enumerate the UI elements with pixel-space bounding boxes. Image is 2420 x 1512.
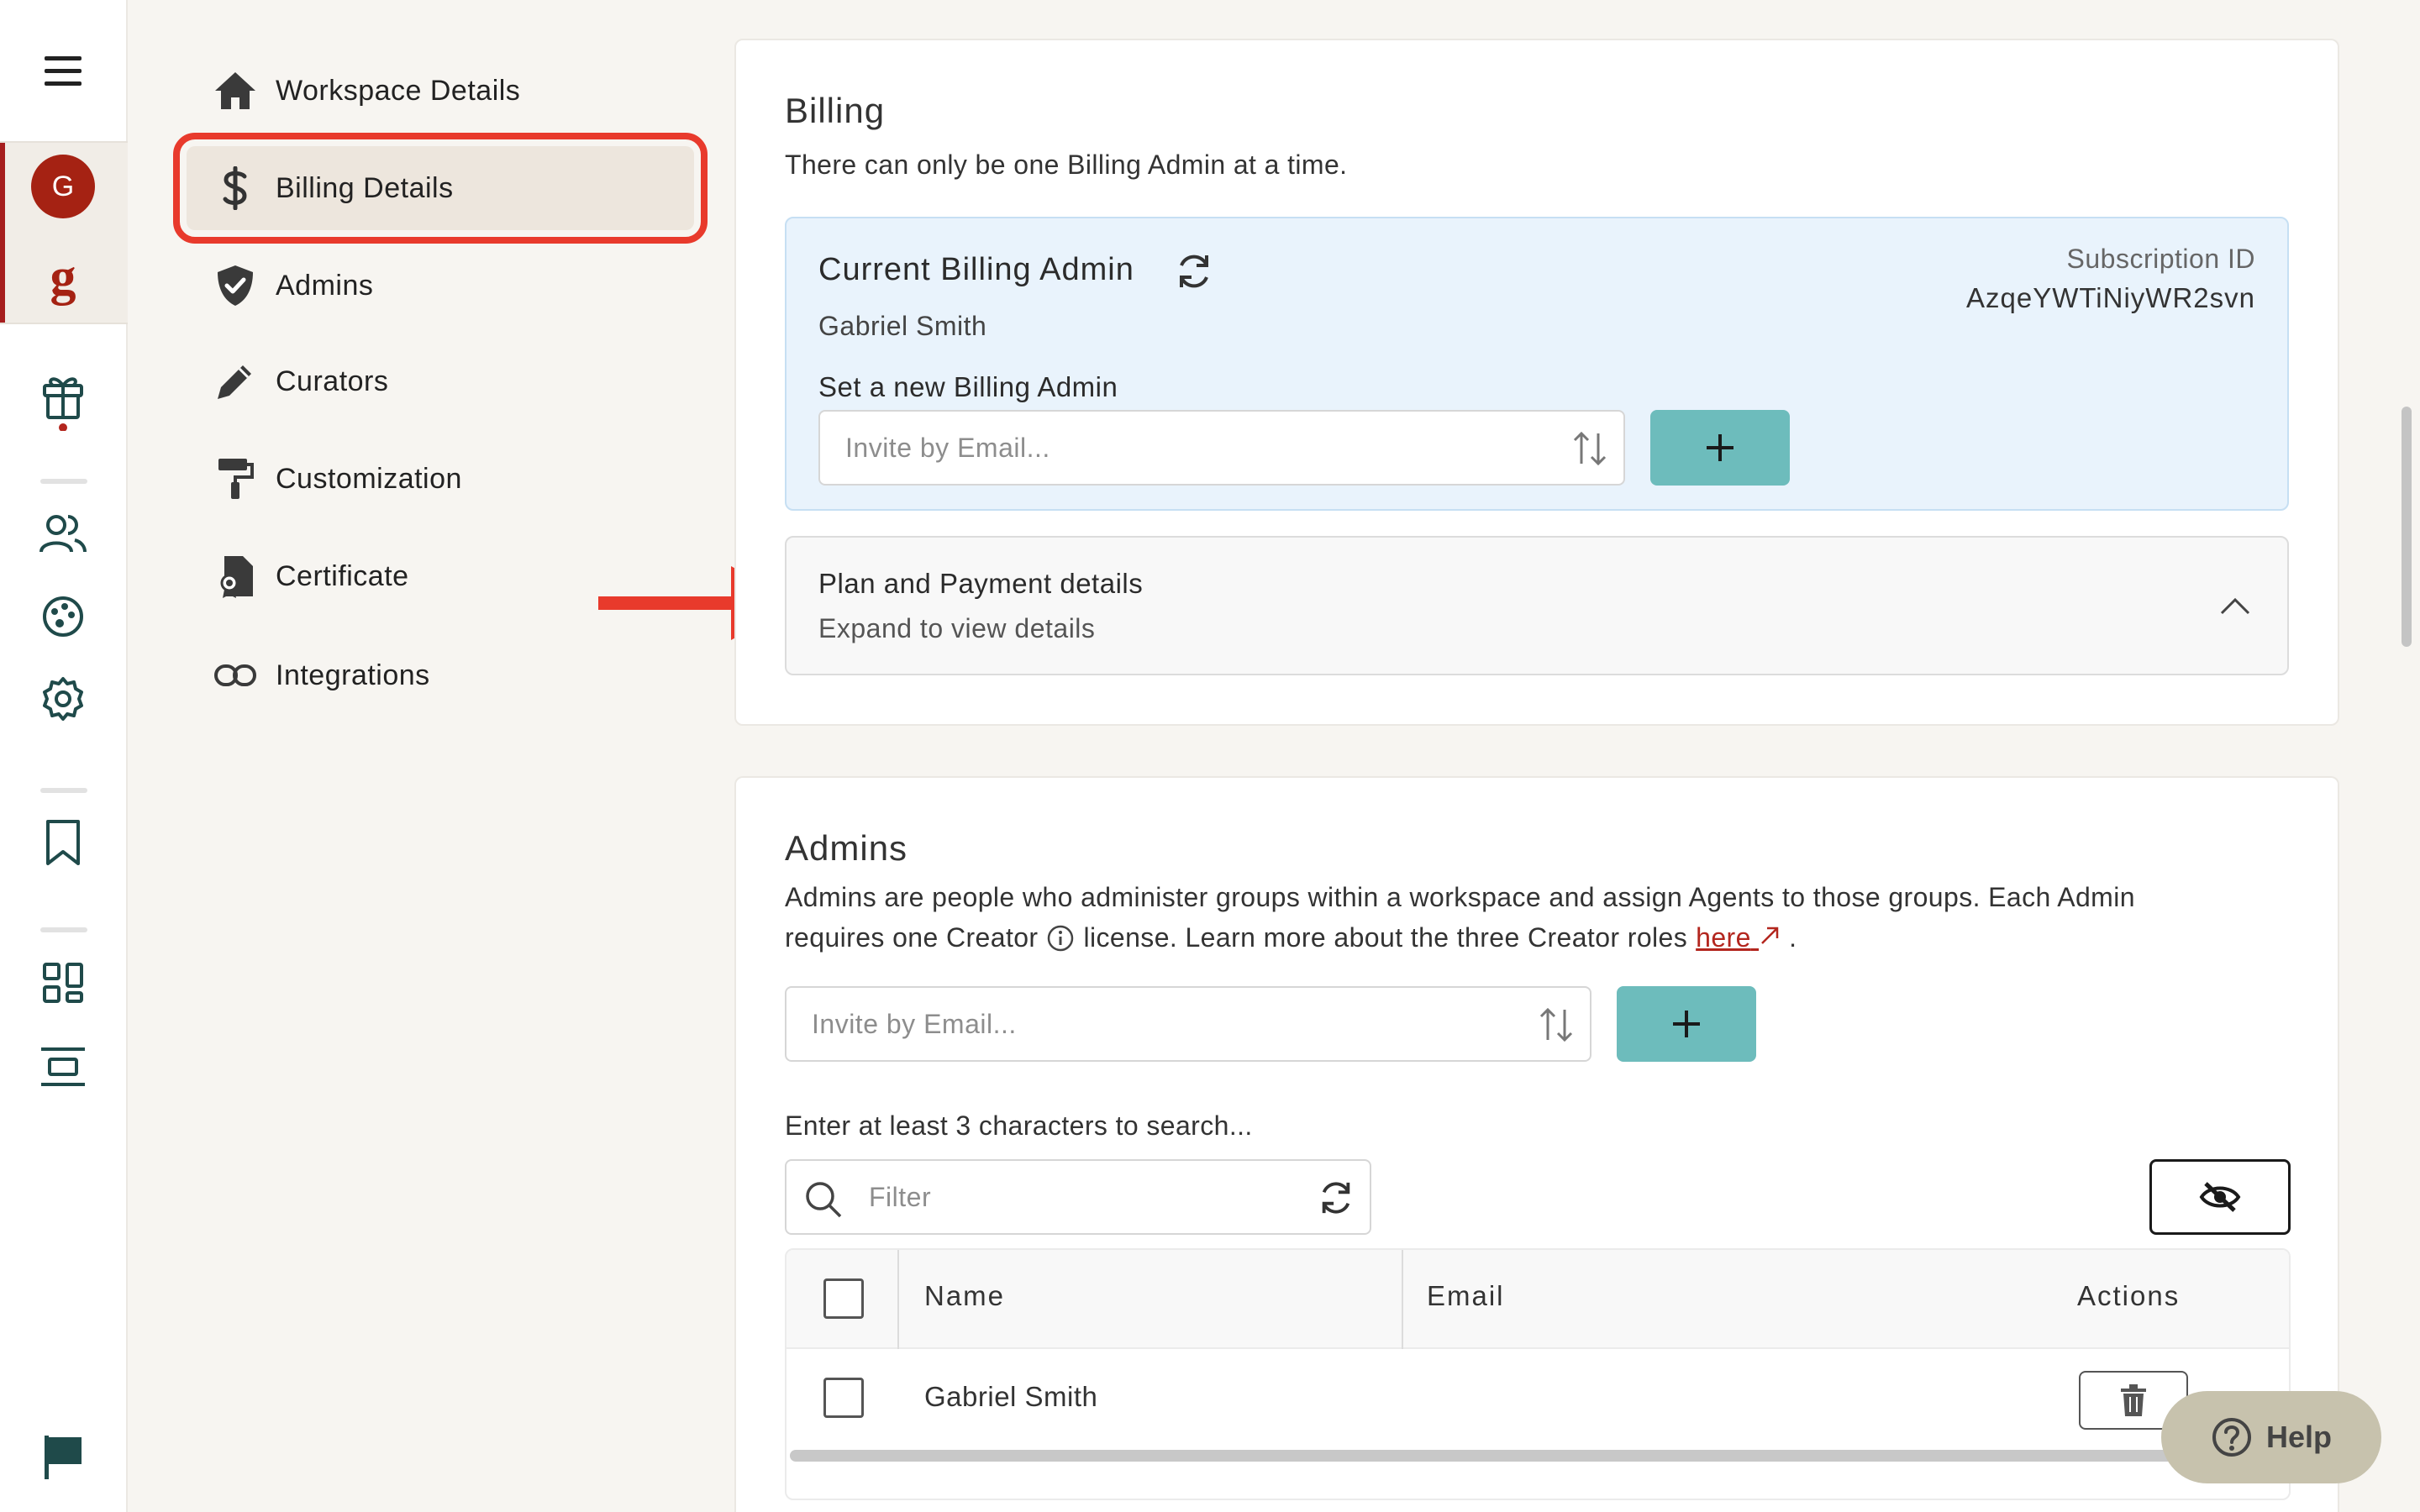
nav-item-label: Admins [276,269,374,302]
pencil-icon [212,358,259,405]
sort-icon [1539,1007,1573,1042]
filter-placeholder: Filter [869,1181,932,1212]
avatar: G [31,155,95,218]
nav-item-label: Curators [276,365,389,397]
subscription-id-value: AzqeYWTiNiyWR2svn [1966,282,2255,313]
bookmark-icon[interactable] [0,813,126,872]
nav-item-label: Certificate [276,559,409,592]
certificate-icon [212,553,259,600]
add-billing-admin-button[interactable] [1650,410,1790,486]
table-horizontal-scrollbar[interactable] [790,1450,2185,1462]
table-row: Gabriel Smith [786,1349,2289,1446]
chevron-up-icon[interactable] [2218,595,2252,617]
gift-icon[interactable] [0,366,126,433]
billing-admin-email-input[interactable]: Invite by Email... [818,410,1625,486]
billing-title: Billing [785,91,886,130]
users-icon[interactable] [0,507,126,561]
current-admin-name: Gabriel Smith [818,311,987,341]
palette-icon[interactable] [0,590,126,643]
g-logo-icon: g [50,249,76,306]
plan-subtitle: Expand to view details [818,613,1096,643]
filter-input[interactable]: Filter [785,1159,1371,1235]
refresh-icon[interactable] [1318,1179,1355,1216]
nav-item-admins[interactable]: Admins [187,244,708,328]
nav-item-workspace-details[interactable]: Workspace Details [187,49,708,133]
input-placeholder: Invite by Email... [845,432,1050,463]
row-name: Gabriel Smith [924,1381,1098,1412]
desc-text: license. Learn more about the three Crea… [1083,922,1688,953]
shield-icon [212,262,259,309]
column-actions: Actions [2077,1280,2181,1311]
plus-icon [1673,1011,1700,1037]
nav-item-label: Customization [276,462,462,495]
nav-item-billing-details[interactable]: Billing Details [173,133,708,244]
plan-title: Plan and Payment details [818,568,1144,599]
dollar-icon [212,165,259,212]
trash-icon [2121,1384,2146,1416]
app-rail: G g [0,0,128,1512]
nav-item-curators[interactable]: Curators [187,339,708,423]
workspace-logo[interactable]: g [0,244,126,311]
refresh-icon[interactable] [1175,252,1213,295]
menu-icon[interactable] [0,42,126,101]
nav-item-integrations[interactable]: Integrations [187,633,708,717]
external-link-icon [1761,927,1779,944]
search-hint: Enter at least 3 characters to search... [785,1110,1253,1141]
select-all-checkbox[interactable] [823,1278,864,1319]
admin-email-input[interactable]: Invite by Email... [785,986,1591,1062]
align-center-icon[interactable] [0,1040,126,1094]
help-icon [2212,1418,2251,1457]
admins-title: Admins [785,828,908,868]
billing-subtitle: There can only be one Billing Admin at a… [785,150,1348,180]
column-name[interactable]: Name [924,1280,1005,1312]
current-billing-admin-panel: Current Billing Admin Gabriel Smith Subs… [785,217,2289,511]
eye-off-icon [2199,1182,2241,1212]
nav-item-label: Billing Details [276,171,454,204]
admins-table: Name Email Actions Gabriel Smith [785,1248,2291,1500]
admins-description-line2: requires one Creator license. Learn more… [785,922,1797,953]
settings-icon[interactable] [0,672,126,726]
page-scrollbar[interactable] [2402,407,2412,647]
admins-description-line1: Admins are people who administer groups … [785,882,2135,912]
desc-text: requires one Creator [785,922,1039,953]
table-header: Name Email Actions [786,1250,2289,1349]
new-admin-label: Set a new Billing Admin [818,371,1118,402]
flag-icon[interactable] [0,1428,126,1487]
column-email[interactable]: Email [1427,1280,1505,1312]
row-checkbox[interactable] [823,1378,864,1418]
billing-card: Billing There can only be one Billing Ad… [734,39,2339,726]
input-placeholder: Invite by Email... [812,1008,1017,1039]
dashboard-icon[interactable] [0,956,126,1010]
help-button[interactable]: Help [2161,1391,2381,1483]
home-icon [212,67,259,114]
plus-icon [1707,434,1733,461]
admins-card: Admins Admins are people who administer … [734,776,2339,1512]
link-icon [212,652,259,699]
nav-item-customization[interactable]: Customization [187,437,708,521]
add-admin-button[interactable] [1617,986,1756,1062]
sort-icon [1573,431,1607,466]
help-label: Help [2265,1420,2332,1454]
info-icon[interactable] [1046,924,1075,953]
nav-item-label: Integrations [276,659,430,691]
paint-roller-icon [212,455,259,502]
search-icon [806,1182,842,1218]
learn-more-link[interactable]: here [1696,922,1781,953]
toggle-visibility-button[interactable] [2149,1159,2291,1235]
nav-item-label: Workspace Details [276,74,521,107]
subscription-id-label: Subscription ID [2066,244,2255,274]
user-avatar[interactable]: G [0,153,126,220]
plan-payment-accordion[interactable]: Plan and Payment details Expand to view … [785,536,2289,675]
current-admin-label: Current Billing Admin [818,252,1134,287]
